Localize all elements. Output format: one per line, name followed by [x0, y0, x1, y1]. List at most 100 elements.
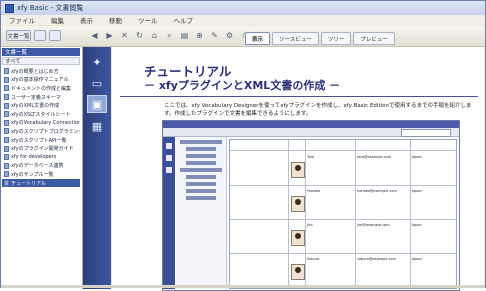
document-list-label: ドキュメントの作成と編集 [11, 85, 72, 92]
grid-cell-email: jiro@example.com [357, 223, 390, 227]
document-icon [4, 94, 9, 101]
document-icon [4, 85, 9, 92]
menu-help[interactable]: ヘルプ [166, 15, 202, 25]
grid-icon[interactable]: ▦ [87, 117, 107, 135]
forward-icon[interactable]: ▶ [104, 30, 115, 41]
document-list-label: チュートリアル [11, 180, 46, 187]
document-list-item[interactable]: ドキュメントの作成と編集 [2, 84, 80, 93]
print-icon[interactable]: ▤ [179, 30, 190, 41]
menu-edit[interactable]: 編集 [43, 15, 72, 25]
avatar [291, 196, 305, 212]
document-list-label: xfyのサンプル一覧 [11, 171, 54, 178]
document-icon [4, 180, 9, 187]
document-icon[interactable]: ▭ [87, 74, 107, 92]
document-list-item[interactable]: xfyのXML文書の作成 [2, 101, 80, 110]
grid-cell-email: hanako@example.com [357, 189, 397, 193]
filter-select[interactable]: すべて [2, 57, 80, 65]
screenshot-search-box [401, 129, 451, 137]
document-list-label: xfyの基本操作マニュアル [11, 77, 69, 84]
image-icon[interactable]: ▣ [87, 95, 107, 113]
tab-preview[interactable]: プレビュー [353, 32, 395, 45]
document-list-item[interactable]: xfyのスクリプトプログラミング [2, 127, 80, 136]
title-bar: xfy Basic - 文書閲覧 [1, 1, 485, 15]
side-toolbar: ✦ ▭ ▣ ▦ [83, 47, 111, 289]
menu-go[interactable]: 移動 [101, 15, 130, 25]
document-list-item[interactable]: チュートリアル [2, 178, 80, 188]
back-icon[interactable]: ◀ [89, 30, 100, 41]
document-icon [4, 162, 9, 169]
document-list-label: xfyのプラグイン開発ガイド [11, 146, 74, 153]
home-icon[interactable]: ⌂ [149, 30, 160, 41]
document-icon [4, 137, 9, 144]
document-icon [4, 171, 9, 178]
page-subtitle: － xfyプラグインとXML文書の作成 － [144, 79, 341, 92]
document-list-label: ユーザー定義スキーマ [11, 94, 61, 101]
tab-tree[interactable]: ツリー [320, 32, 352, 45]
toolbar: 文書一覧 ◀ ▶ ✕ ↻ ⌂ ⌕ ▤ ⊕ ✎ ⚙ ☆ 表示 ソースビュー ツリー… [1, 26, 485, 47]
grid-cell-note: Japan [412, 155, 422, 159]
view-selector[interactable]: 文書一覧 [6, 30, 31, 41]
document-list-item[interactable]: ユーザー定義スキーマ [2, 93, 80, 102]
avatar [291, 162, 305, 178]
document-list-label: xfyのXML文書の作成 [11, 103, 60, 110]
document-list-label: xfy for developers [11, 154, 57, 161]
grid-cell-name: Jiro [307, 223, 313, 227]
screenshot-tree [176, 137, 227, 289]
document-list-label: xfyのXSLTスタイルシート [11, 111, 71, 118]
document-list-item[interactable]: xfyのXSLTスタイルシート [2, 110, 80, 119]
grid-cell-note: Japan [412, 257, 422, 261]
avatar [291, 264, 305, 280]
document-icon [4, 111, 9, 118]
menu-bar: ファイル 編集 表示 移動 ツール ヘルプ [1, 15, 485, 25]
grid-cell-email: taro@example.com [357, 155, 392, 159]
bookmark-icon[interactable]: ✦ [87, 53, 107, 71]
settings-icon[interactable]: ⚙ [224, 30, 235, 41]
search-icon[interactable]: ⌕ [164, 30, 175, 41]
zoom-icon[interactable]: ⊕ [194, 30, 205, 41]
embedded-screenshot: Taro taro@example.com Japan Hanako hanako@ex… [162, 120, 460, 291]
tree-view-button[interactable] [49, 30, 61, 41]
menu-view[interactable]: 表示 [72, 15, 101, 25]
document-icon [4, 102, 9, 109]
document-list-item[interactable]: xfyのサンプル一覧 [2, 170, 80, 179]
menu-tools[interactable]: ツール [130, 15, 166, 25]
document-list-item[interactable]: xfyのVocabulary Connection [2, 119, 80, 128]
document-icon [4, 68, 9, 75]
document-icon [4, 154, 9, 161]
edit-icon[interactable]: ✎ [209, 30, 220, 41]
document-list-label: xfyのスクリプトAPI一覧 [11, 137, 67, 144]
document-icon [4, 128, 9, 135]
screenshot-titlebar [163, 121, 459, 128]
document-list-item[interactable]: xfyのデータベース連携 [2, 162, 80, 171]
tab-source[interactable]: ソースビュー [272, 32, 319, 45]
panel-header[interactable]: 文書一覧 [2, 48, 80, 56]
document-list-label: xfyのスクリプトプログラミング [11, 128, 80, 135]
document-view: チュートリアル － xfyプラグインとXML文書の作成 － ここでは、xfy V… [112, 47, 484, 291]
intro-paragraph: ここでは、xfy Vocabulary Designerを使ってxfyプラグイン… [164, 103, 472, 117]
title-divider [120, 96, 478, 97]
document-list-item[interactable]: xfyの概要とはじめ方 [2, 67, 80, 76]
screenshot-toolbar [163, 128, 459, 137]
tab-display[interactable]: 表示 [245, 32, 271, 45]
list-view-button[interactable] [34, 30, 46, 41]
grid-cell-name: Hanako [307, 189, 321, 193]
view-tabs: 表示 ソースビュー ツリー プレビュー [245, 32, 395, 45]
document-list: xfyの概要とはじめ方 xfyの基本操作マニュアル ドキュメントの作成と編集 ユーザー… [2, 67, 80, 188]
document-list-item[interactable]: xfyのプラグイン開発ガイド [2, 144, 80, 153]
document-icon [4, 76, 9, 83]
menu-file[interactable]: ファイル [1, 15, 43, 25]
document-icon [4, 119, 9, 126]
stop-icon[interactable]: ✕ [119, 30, 130, 41]
document-list-label: xfyのデータベース連携 [11, 163, 64, 170]
document-list-label: xfyのVocabulary Connection [11, 120, 80, 127]
grid-cell-email: saburo@example.com [357, 257, 397, 261]
screenshot-sidebar [163, 137, 175, 289]
grid-cell-note: Japan [412, 189, 422, 193]
screenshot-grid: Taro taro@example.com Japan Hanako hanako@ex… [229, 139, 457, 289]
document-list-item[interactable]: xfyの基本操作マニュアル [2, 76, 80, 85]
avatar [291, 230, 305, 246]
document-list-item[interactable]: xfy for developers [2, 153, 80, 162]
grid-cell-note: Japan [412, 223, 422, 227]
document-list-item[interactable]: xfyのスクリプトAPI一覧 [2, 136, 80, 145]
refresh-icon[interactable]: ↻ [134, 30, 145, 41]
